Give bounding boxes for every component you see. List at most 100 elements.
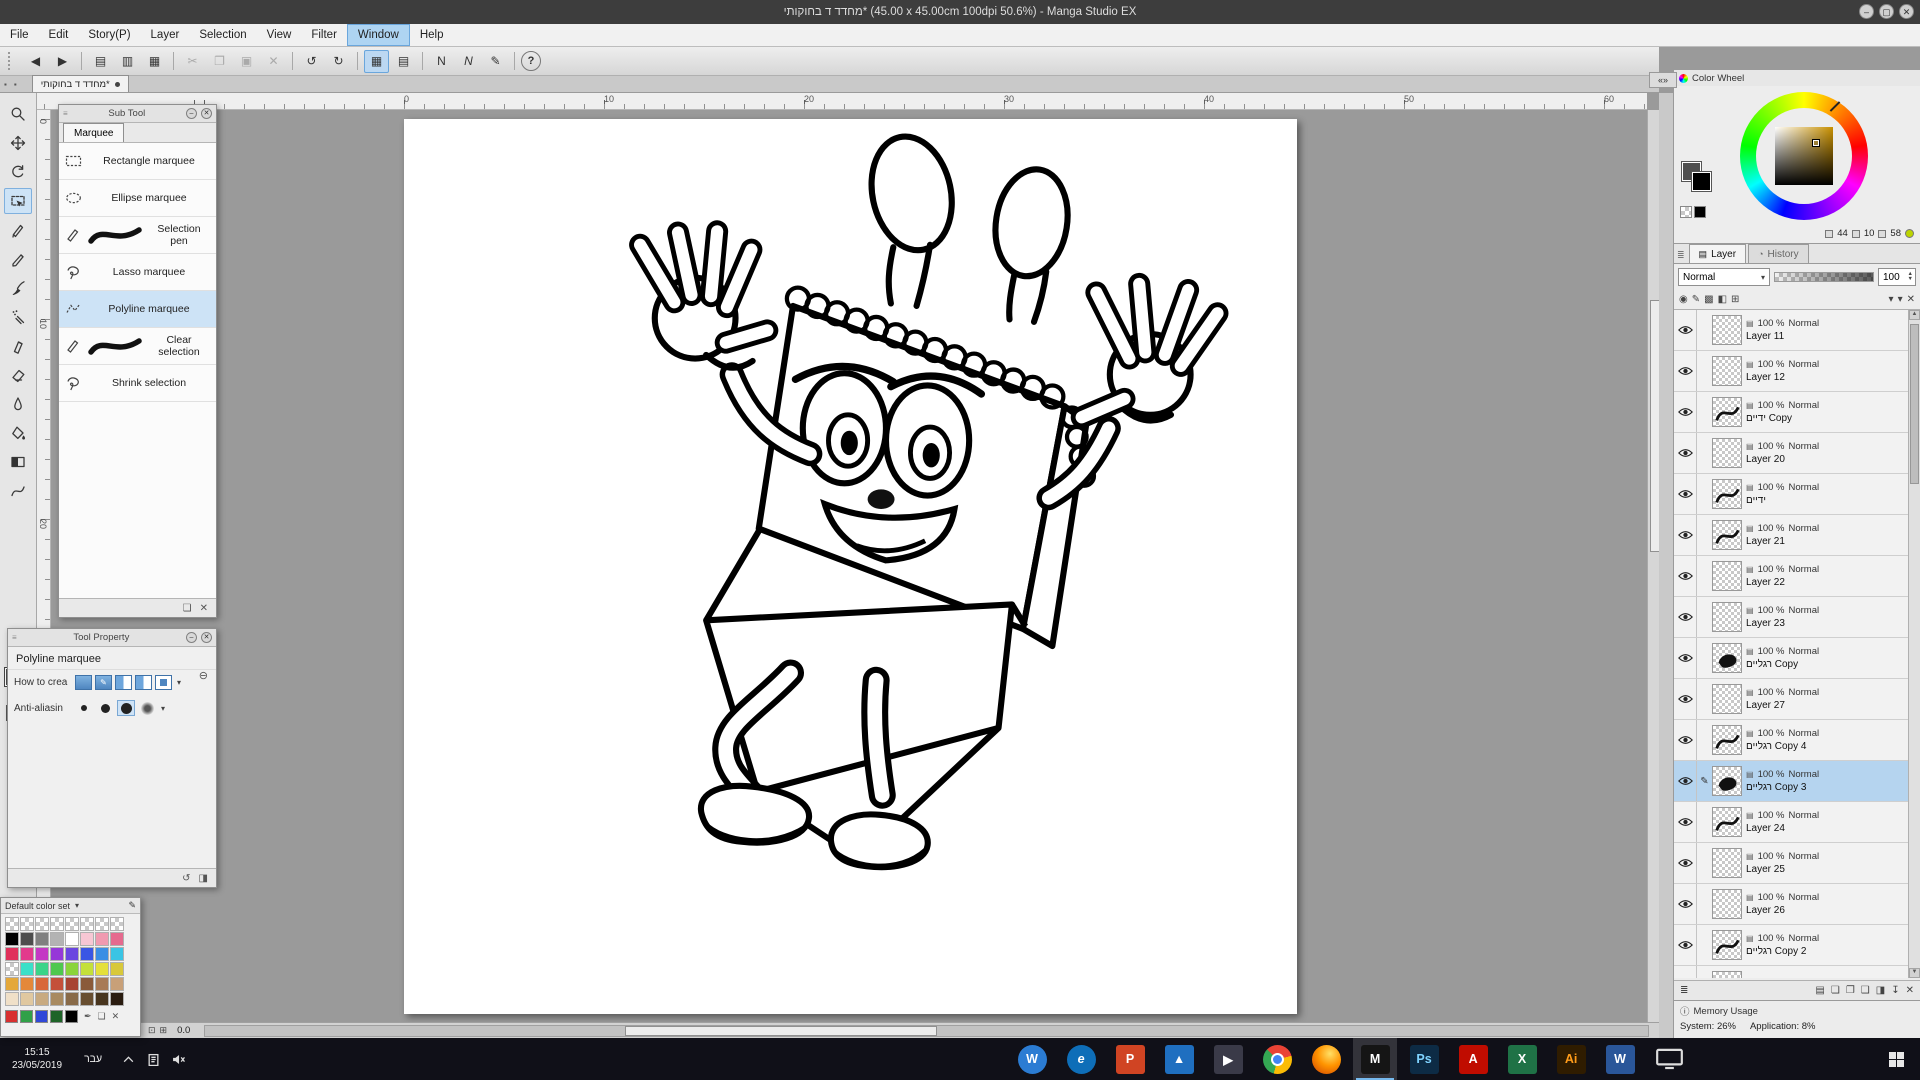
layer-list-scrollbar[interactable]: ▲ ▼ xyxy=(1908,310,1920,978)
menu-item-view[interactable]: View xyxy=(257,24,302,46)
color-swatch[interactable] xyxy=(80,977,94,991)
color-swatch[interactable] xyxy=(35,932,49,946)
airbrush-tool[interactable] xyxy=(4,304,32,330)
menu-item-window[interactable]: Window xyxy=(347,24,410,46)
language-indicator[interactable]: עבר xyxy=(74,1053,112,1065)
back-button[interactable]: ◀ xyxy=(23,50,48,73)
color-swatch[interactable] xyxy=(95,932,109,946)
curve-tool[interactable] xyxy=(4,478,32,504)
taskbar-app-edge-browser[interactable]: e xyxy=(1059,1038,1103,1080)
taskbar-app-illustrator[interactable]: Ai xyxy=(1549,1038,1593,1080)
start-button[interactable] xyxy=(1872,1038,1920,1080)
visibility-eye-icon[interactable] xyxy=(1674,802,1697,842)
quick-color-swatch[interactable] xyxy=(50,1010,63,1023)
color-swatch[interactable] xyxy=(50,932,64,946)
edit-layer-icon[interactable]: ✎ xyxy=(1692,294,1700,305)
taskbar-app-acrobat[interactable]: A xyxy=(1451,1038,1495,1080)
color-swatch[interactable] xyxy=(50,947,64,961)
visibility-eye-icon[interactable] xyxy=(1674,843,1697,883)
color-swatch[interactable] xyxy=(20,977,34,991)
visibility-eye-icon[interactable] xyxy=(1674,925,1697,965)
quick-color-swatch[interactable] xyxy=(35,1010,48,1023)
copy-button[interactable]: ❐ xyxy=(207,50,232,73)
chevron-down-icon[interactable]: ▾ xyxy=(161,704,165,713)
black-swatch[interactable] xyxy=(1694,206,1706,218)
color-swatch[interactable] xyxy=(110,947,124,961)
sv-cursor[interactable] xyxy=(1813,140,1819,146)
color-swatch[interactable] xyxy=(20,947,34,961)
sub-tool-item-clear-selection[interactable]: Clear selection xyxy=(59,328,216,365)
edit-color-set-icon[interactable]: ✎ xyxy=(128,900,136,911)
layer-row[interactable]: ▤100 %NormalLayer 12 xyxy=(1674,351,1920,392)
color-swatch[interactable] xyxy=(110,932,124,946)
tab-history[interactable]: ◔ History xyxy=(1748,244,1809,263)
visibility-eye-icon[interactable] xyxy=(1674,392,1697,432)
layer-mask-icon[interactable]: ◨ xyxy=(1876,985,1885,996)
color-swatch[interactable] xyxy=(5,977,19,991)
chevron-down-icon[interactable]: ▾ xyxy=(1889,294,1894,305)
taskbar-app-photos[interactable]: ▲ xyxy=(1157,1038,1201,1080)
layer-row[interactable]: ✎▤100 %Normalרגליים Copy 3 xyxy=(1674,761,1920,802)
save-button[interactable]: ▦ xyxy=(142,50,167,73)
eraser-tool[interactable] xyxy=(4,362,32,388)
reset-settings-icon[interactable]: ↺ xyxy=(182,873,190,884)
set-ruler-icon[interactable]: ⊞ xyxy=(1731,294,1739,305)
taskbar-app-photoshop[interactable]: Ps xyxy=(1402,1038,1446,1080)
menu-item-file[interactable]: File xyxy=(0,24,39,46)
create-mode-subtract-button[interactable] xyxy=(135,675,152,690)
close-button[interactable]: ✕ xyxy=(1899,4,1914,19)
clear-icon[interactable]: ✕ xyxy=(1907,294,1915,305)
taskbar-app-word[interactable]: W xyxy=(1598,1038,1642,1080)
sub-tool-item-ellipse-marquee[interactable]: Ellipse marquee xyxy=(59,180,216,217)
layer-row[interactable]: ▤100 %Normalרגליים Copy 4 xyxy=(1674,720,1920,761)
sub-tool-panel-titlebar[interactable]: ≡ Sub Tool – ✕ xyxy=(59,105,216,123)
gradient-tool[interactable] xyxy=(4,449,32,475)
transparent-swatch[interactable] xyxy=(1680,206,1692,218)
layer-row[interactable]: ▤100 %NormalLayer 23 xyxy=(1674,597,1920,638)
aa-none-button[interactable] xyxy=(75,700,93,716)
taskbar-app-excel[interactable]: X xyxy=(1500,1038,1544,1080)
color-swatch[interactable] xyxy=(35,962,49,976)
scrollbar-thumb[interactable] xyxy=(1910,324,1919,484)
perspective-skew-button[interactable]: N xyxy=(456,50,481,73)
visibility-eye-icon[interactable] xyxy=(1674,597,1697,637)
new-page-button[interactable]: ▤ xyxy=(88,50,113,73)
scroll-up-icon[interactable]: ▲ xyxy=(1909,310,1920,320)
quick-color-swatch[interactable] xyxy=(65,1010,78,1023)
color-swatch[interactable] xyxy=(110,962,124,976)
paste-button[interactable]: ▣ xyxy=(234,50,259,73)
opacity-slider[interactable] xyxy=(1774,272,1874,282)
color-swatch[interactable] xyxy=(65,917,79,931)
color-set-header[interactable]: Default color set ▾ ✎ xyxy=(1,898,140,914)
foreground-background-colors[interactable] xyxy=(1682,162,1712,192)
mask-icon[interactable]: ◧ xyxy=(1718,294,1727,305)
pencil-tool[interactable] xyxy=(4,246,32,272)
taskbar-app-chrome[interactable] xyxy=(1255,1038,1299,1080)
quick-color-swatch[interactable] xyxy=(20,1010,33,1023)
chevron-down-icon[interactable]: ▾ xyxy=(177,678,181,687)
fill-tool[interactable] xyxy=(4,420,32,446)
color-swatch[interactable] xyxy=(50,962,64,976)
visibility-eye-icon[interactable] xyxy=(1674,310,1697,350)
aa-strong-button[interactable] xyxy=(138,700,156,716)
color-swatch[interactable] xyxy=(80,962,94,976)
color-swatch[interactable] xyxy=(95,992,109,1006)
layer-row[interactable]: ▤100 %NormalLayer 24 xyxy=(1674,802,1920,843)
move-tool[interactable] xyxy=(4,130,32,156)
color-swatch[interactable] xyxy=(20,962,34,976)
visibility-eye-icon[interactable] xyxy=(1674,761,1697,801)
layer-row[interactable]: ▤100 %Normalידיים xyxy=(1674,474,1920,515)
help-button[interactable]: ? xyxy=(521,51,541,71)
taskbar-clock[interactable]: 15:15 23/05/2019 xyxy=(0,1046,74,1073)
visibility-eye-icon[interactable] xyxy=(1674,679,1697,719)
color-swatch[interactable] xyxy=(110,977,124,991)
layer-row[interactable]: ▤100 %Normal xyxy=(1674,966,1920,978)
taskbar-app-word-circle[interactable]: W xyxy=(1010,1038,1054,1080)
rotate-canvas-tool[interactable] xyxy=(4,159,32,185)
color-swatch[interactable] xyxy=(20,992,34,1006)
layer-row[interactable]: ▤100 %Normalרגליים Copy 2 xyxy=(1674,925,1920,966)
color-swatch[interactable] xyxy=(65,932,79,946)
menu-item-story-p[interactable]: Story(P) xyxy=(78,24,140,46)
aa-weak-button[interactable] xyxy=(96,700,114,716)
visibility-eye-icon[interactable] xyxy=(1674,351,1697,391)
